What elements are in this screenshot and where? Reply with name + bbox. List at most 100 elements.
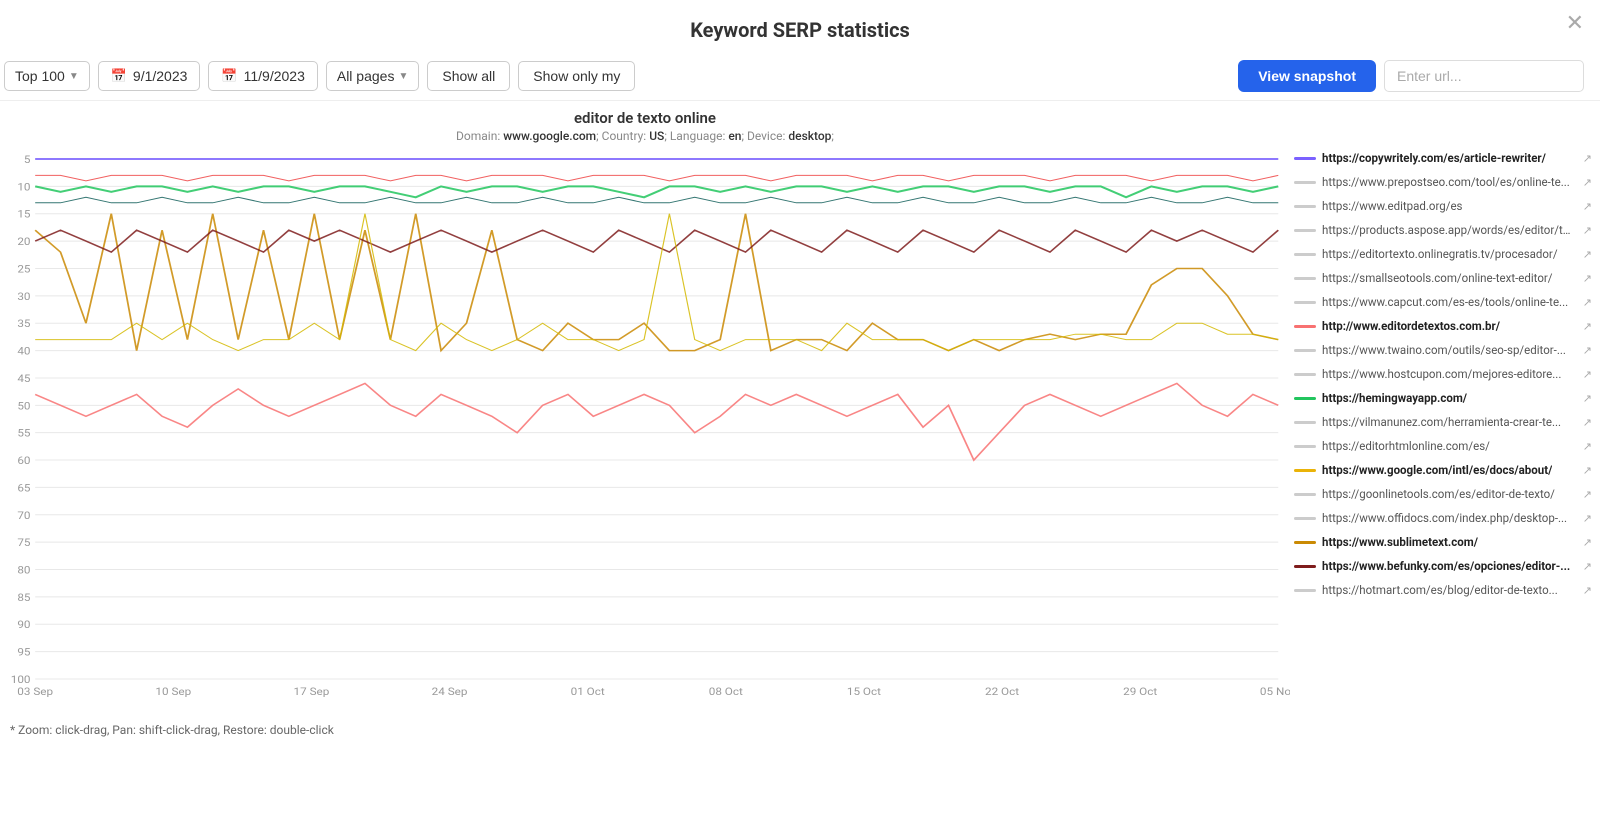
legend-external-link-icon[interactable]: ↗ xyxy=(1583,152,1592,165)
svg-text:24 Sep: 24 Sep xyxy=(432,686,468,698)
legend-external-link-icon[interactable]: ↗ xyxy=(1583,296,1592,309)
all-pages-label: All pages xyxy=(337,68,395,84)
legend-item[interactable]: https://www.offidocs.com/index.php/deskt… xyxy=(1294,511,1592,525)
legend-url: https://editortexto.onlinegratis.tv/proc… xyxy=(1322,247,1558,261)
legend-line xyxy=(1294,349,1316,352)
legend-url: https://www.hostcupon.com/mejores-editor… xyxy=(1322,367,1561,381)
svg-text:25: 25 xyxy=(17,263,30,275)
legend-line xyxy=(1294,469,1316,472)
legend-url: https://www.prepostseo.com/tool/es/onlin… xyxy=(1322,175,1570,189)
legend-external-link-icon[interactable]: ↗ xyxy=(1583,248,1592,261)
svg-text:30: 30 xyxy=(17,291,30,303)
legend-item[interactable]: https://www.sublimetext.com/↗ xyxy=(1294,535,1592,549)
chart-section: editor de texto online Domain: www.googl… xyxy=(0,101,1600,775)
view-snapshot-button[interactable]: View snapshot xyxy=(1238,60,1376,92)
date-end-picker[interactable]: 📅 11/9/2023 xyxy=(208,61,317,91)
legend-url: https://hotmart.com/es/blog/editor-de-te… xyxy=(1322,583,1558,597)
legend-url: https://www.twaino.com/outils/seo-sp/edi… xyxy=(1322,343,1566,357)
legend-url: https://editorhtmlonline.com/es/ xyxy=(1322,439,1490,453)
legend-external-link-icon[interactable]: ↗ xyxy=(1583,512,1592,525)
svg-text:29 Oct: 29 Oct xyxy=(1123,686,1158,698)
legend-line xyxy=(1294,541,1316,544)
chart-container[interactable]: 5101520253035404550556065707580859095100… xyxy=(0,149,1290,719)
all-pages-dropdown[interactable]: All pages ▼ xyxy=(326,61,420,91)
page-title: Keyword SERP statistics xyxy=(0,0,1600,52)
legend-external-link-icon[interactable]: ↗ xyxy=(1583,440,1592,453)
show-only-my-button[interactable]: Show only my xyxy=(518,61,635,91)
svg-text:95: 95 xyxy=(17,646,30,658)
legend-url: https://goonlinetools.com/es/editor-de-t… xyxy=(1322,487,1555,501)
legend-item[interactable]: https://hemingwayapp.com/ ↗ xyxy=(1294,391,1592,405)
legend-external-link-icon[interactable]: ↗ xyxy=(1583,416,1592,429)
show-all-button[interactable]: Show all xyxy=(427,61,510,91)
legend-external-link-icon[interactable]: ↗ xyxy=(1583,368,1592,381)
calendar-end-icon: 📅 xyxy=(221,68,237,84)
svg-text:65: 65 xyxy=(17,482,30,494)
legend-external-link-icon[interactable]: ↗ xyxy=(1583,464,1592,477)
legend-item[interactable]: https://www.prepostseo.com/tool/es/onlin… xyxy=(1294,175,1592,189)
legend-item[interactable]: http://www.editordetextos.com.br/↗ xyxy=(1294,319,1592,333)
legend-item[interactable]: https://copywritely.com/es/article-rewri… xyxy=(1294,151,1592,165)
svg-text:45: 45 xyxy=(17,373,30,385)
legend-item[interactable]: https://products.aspose.app/words/es/edi… xyxy=(1294,223,1592,237)
legend-item[interactable]: https://www.hostcupon.com/mejores-editor… xyxy=(1294,367,1592,381)
legend-item[interactable]: https://vilmanunez.com/herramienta-crear… xyxy=(1294,415,1592,429)
top100-chevron-icon: ▼ xyxy=(69,71,79,82)
legend-line xyxy=(1294,181,1316,184)
legend-url: https://www.editpad.org/es xyxy=(1322,199,1463,213)
legend-area: https://copywritely.com/es/article-rewri… xyxy=(1290,101,1600,775)
svg-text:20: 20 xyxy=(17,236,30,248)
legend-item[interactable]: https://www.capcut.com/es-es/tools/onlin… xyxy=(1294,295,1592,309)
legend-item[interactable]: https://www.twaino.com/outils/seo-sp/edi… xyxy=(1294,343,1592,357)
legend-url: https://www.google.com/intl/es/docs/abou… xyxy=(1322,463,1552,477)
top100-dropdown[interactable]: Top 100 ▼ xyxy=(4,61,90,91)
legend-item[interactable]: https://www.google.com/intl/es/docs/abou… xyxy=(1294,463,1592,477)
legend-external-link-icon[interactable]: ↗ xyxy=(1583,344,1592,357)
legend-external-link-icon[interactable]: ↗ xyxy=(1583,392,1592,405)
legend-url: https://hemingwayapp.com/ xyxy=(1322,391,1467,405)
legend-external-link-icon[interactable]: ↗ xyxy=(1583,488,1592,501)
legend-external-link-icon[interactable]: ↗ xyxy=(1583,272,1592,285)
legend-item[interactable]: https://editorhtmlonline.com/es/ ↗ xyxy=(1294,439,1592,453)
svg-text:90: 90 xyxy=(17,619,30,631)
legend-item[interactable]: https://smallseotools.com/online-text-ed… xyxy=(1294,271,1592,285)
legend-external-link-icon[interactable]: ↗ xyxy=(1583,200,1592,213)
legend-url: https://products.aspose.app/words/es/edi… xyxy=(1322,223,1572,237)
chart-subtitle: Domain: www.google.com; Country: US; Lan… xyxy=(0,129,1290,143)
all-pages-chevron-icon: ▼ xyxy=(398,71,408,82)
legend-item[interactable]: https://goonlinetools.com/es/editor-de-t… xyxy=(1294,487,1592,501)
date-start-picker[interactable]: 📅 9/1/2023 xyxy=(98,61,201,91)
legend-item[interactable]: https://hotmart.com/es/blog/editor-de-te… xyxy=(1294,583,1592,597)
legend-item[interactable]: https://editortexto.onlinegratis.tv/proc… xyxy=(1294,247,1592,261)
legend-line xyxy=(1294,277,1316,280)
close-button[interactable]: ✕ xyxy=(1566,10,1584,36)
legend-external-link-icon[interactable]: ↗ xyxy=(1583,560,1592,573)
legend-external-link-icon[interactable]: ↗ xyxy=(1583,320,1592,333)
svg-text:17 Sep: 17 Sep xyxy=(294,686,330,698)
legend-external-link-icon[interactable]: ↗ xyxy=(1583,584,1592,597)
legend-line xyxy=(1294,205,1316,208)
legend-line xyxy=(1294,157,1316,160)
svg-text:5: 5 xyxy=(24,154,31,166)
legend-item[interactable]: https://www.editpad.org/es ↗ xyxy=(1294,199,1592,213)
svg-text:15 Oct: 15 Oct xyxy=(847,686,882,698)
date-end-value: 11/9/2023 xyxy=(244,68,305,84)
zoom-hint: * Zoom: click-drag, Pan: shift-click-dra… xyxy=(0,719,1290,745)
legend-line xyxy=(1294,325,1316,328)
top100-label: Top 100 xyxy=(15,68,65,84)
svg-text:10: 10 xyxy=(17,181,30,193)
svg-text:60: 60 xyxy=(17,455,30,467)
legend-line xyxy=(1294,229,1316,232)
svg-text:75: 75 xyxy=(17,537,30,549)
svg-text:08 Oct: 08 Oct xyxy=(709,686,744,698)
legend-external-link-icon[interactable]: ↗ xyxy=(1583,536,1592,549)
legend-item[interactable]: https://www.befunky.com/es/opciones/edit… xyxy=(1294,559,1592,573)
legend-external-link-icon[interactable]: ↗ xyxy=(1583,176,1592,189)
url-search-input[interactable] xyxy=(1384,60,1584,92)
legend-url: https://copywritely.com/es/article-rewri… xyxy=(1322,151,1546,165)
svg-text:40: 40 xyxy=(17,345,30,357)
legend-external-link-icon[interactable]: ↗ xyxy=(1583,224,1592,237)
legend-line xyxy=(1294,421,1316,424)
svg-text:05 Nov: 05 Nov xyxy=(1260,686,1290,698)
svg-text:03 Sep: 03 Sep xyxy=(17,686,53,698)
